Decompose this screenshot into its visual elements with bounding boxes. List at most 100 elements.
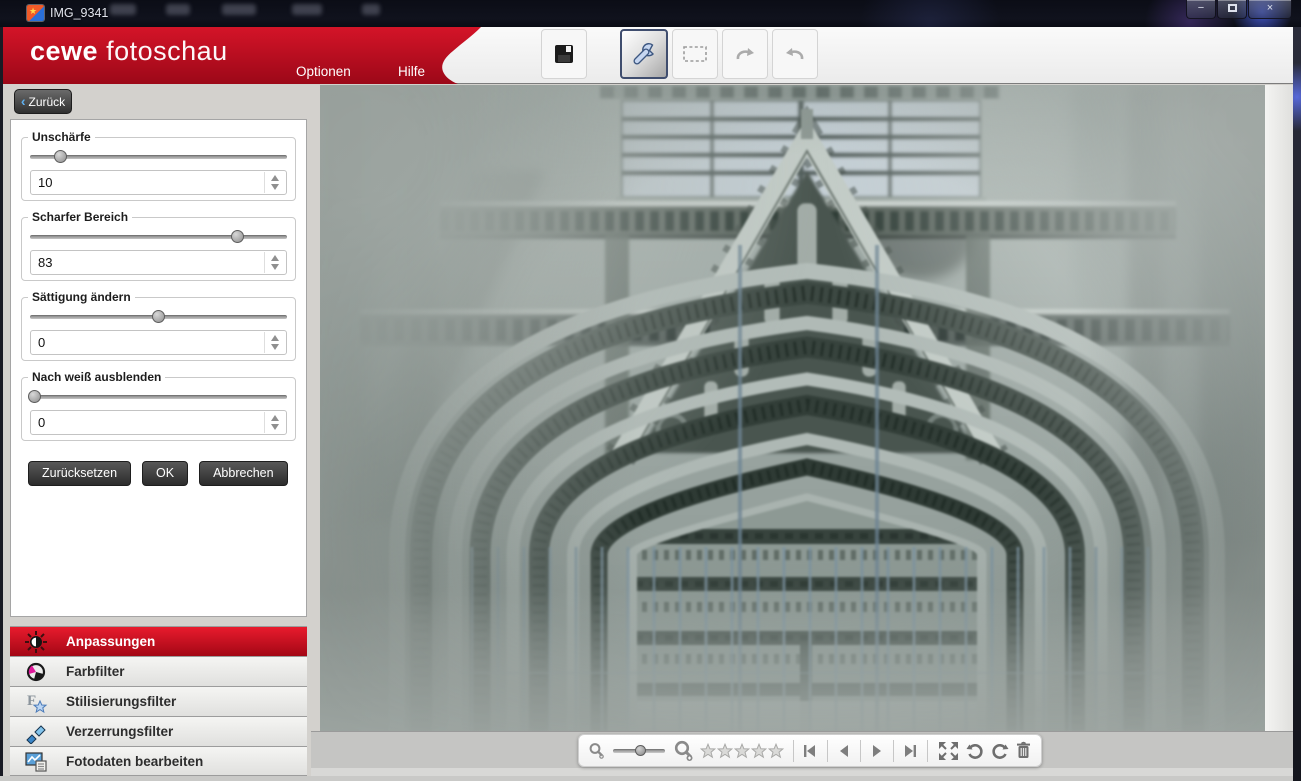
app-logo: cewe fotoschau	[30, 36, 228, 66]
slider-thumb[interactable]	[151, 310, 165, 323]
category-anpassungen[interactable]: Anpassungen	[10, 626, 307, 656]
window-right-border	[1293, 27, 1301, 781]
zoom-slider-thumb[interactable]	[635, 744, 647, 756]
blur-value-field[interactable]: 10	[30, 170, 287, 195]
minimize-button[interactable]: −	[1186, 0, 1216, 19]
window-titlebar: IMG_9341 − ×	[0, 0, 1301, 27]
spin-down-button[interactable]	[271, 264, 279, 270]
redo-button[interactable]	[772, 29, 818, 79]
fade-to-white-slider[interactable]	[28, 390, 287, 403]
toolbar-separator	[892, 739, 894, 762]
star-icon[interactable]	[716, 742, 733, 759]
background-window-ghost-text	[166, 4, 190, 15]
undo-button[interactable]	[722, 29, 768, 79]
ok-button[interactable]: OK	[142, 461, 189, 486]
window-title: IMG_9341	[50, 6, 109, 20]
fade-to-white-value-field[interactable]: 0	[30, 410, 287, 435]
slider-thumb[interactable]	[53, 150, 67, 163]
menu-hilfe[interactable]: Hilfe	[398, 64, 425, 79]
redo-arrow-icon	[786, 48, 804, 60]
group-label: Nach weiß ausblenden	[28, 370, 166, 384]
spin-down-button[interactable]	[271, 184, 279, 190]
fade-to-white-group: Nach weiß ausblenden 0	[21, 370, 296, 441]
menu-optionen[interactable]: Optionen	[296, 64, 351, 79]
saturation-slider[interactable]	[30, 310, 287, 323]
app-header: cewe fotoschau Optionen Hilfe	[3, 27, 1293, 84]
selection-rectangle-icon	[683, 46, 707, 62]
background-window-ghost-text	[362, 4, 380, 15]
toolbar-separator	[827, 739, 828, 762]
reset-button[interactable]: Zurücksetzen	[28, 461, 132, 486]
undo-arrow-icon	[736, 48, 754, 60]
blur-group: Unschärfe 10	[21, 130, 296, 201]
color-filter-icon	[26, 662, 46, 681]
delete-button[interactable]	[1015, 741, 1032, 760]
star-icon[interactable]	[699, 742, 716, 759]
spin-up-button[interactable]	[271, 415, 279, 421]
photo-data-icon	[25, 752, 47, 772]
spin-up-button[interactable]	[271, 335, 279, 341]
fullscreen-button[interactable]	[937, 740, 960, 762]
wrench-icon	[633, 43, 654, 65]
saturation-value-field[interactable]: 0	[30, 330, 287, 355]
sharp-area-slider[interactable]	[30, 230, 287, 243]
cathedral-photo	[320, 85, 1265, 731]
sharp-area-group: Scharfer Bereich 83	[21, 210, 296, 281]
group-label: Scharfer Bereich	[28, 210, 133, 224]
zoom-out-icon[interactable]	[588, 742, 605, 759]
filter-category-list: Anpassungen Farbfilter F Stilisierungsfi…	[10, 626, 307, 776]
group-label: Sättigung ändern	[28, 290, 135, 304]
saturation-group: Sättigung ändern 0	[21, 290, 296, 361]
first-photo-button[interactable]	[802, 743, 818, 759]
chevron-left-icon: ‹	[20, 93, 26, 109]
category-fotodaten-bearbeiten[interactable]: Fotodaten bearbeiten	[10, 746, 307, 776]
rotate-left-button[interactable]	[965, 741, 985, 761]
star-icon[interactable]	[750, 742, 767, 759]
toolbar-separator	[859, 739, 861, 762]
sharp-area-value-field[interactable]: 83	[30, 250, 287, 275]
crop-button[interactable]	[672, 29, 718, 79]
star-icon[interactable]	[733, 742, 750, 759]
adjustments-button[interactable]	[620, 29, 668, 79]
maximize-button[interactable]	[1217, 0, 1247, 19]
star-icon[interactable]	[767, 742, 784, 759]
app-icon	[27, 5, 44, 21]
window-left-border	[0, 27, 3, 781]
floppy-disk-icon	[555, 45, 573, 63]
window-bottom-edge	[0, 776, 1301, 781]
viewer-toolbar	[578, 734, 1042, 767]
background-window-ghost-text	[292, 4, 322, 15]
close-button[interactable]: ×	[1248, 0, 1292, 19]
last-photo-button[interactable]	[902, 743, 918, 759]
brightness-icon	[25, 630, 47, 653]
photo-canvas[interactable]	[320, 85, 1265, 731]
slider-thumb[interactable]	[231, 230, 245, 243]
adjustments-panel: Unschärfe 10 Scharfer Bereich 83 Sättigu…	[10, 119, 307, 617]
spin-up-button[interactable]	[271, 175, 279, 181]
spin-up-button[interactable]	[271, 255, 279, 261]
spin-down-button[interactable]	[271, 344, 279, 350]
rotate-right-button[interactable]	[990, 741, 1010, 761]
maximize-icon	[1227, 4, 1237, 12]
stylize-filter-icon: F	[27, 693, 48, 713]
spin-down-button[interactable]	[271, 424, 279, 430]
back-button[interactable]: ‹ Zurück	[14, 89, 72, 114]
category-verzerrungsfilter[interactable]: Verzerrungsfilter	[10, 716, 307, 746]
zoom-slider[interactable]	[613, 744, 665, 756]
previous-photo-button[interactable]	[837, 743, 851, 759]
category-farbfilter[interactable]: Farbfilter	[10, 656, 307, 686]
svg-text:F: F	[27, 693, 36, 709]
save-button[interactable]	[541, 29, 587, 79]
window-bottom-frame	[311, 768, 1293, 776]
toolbar-separator	[792, 739, 794, 762]
next-photo-button[interactable]	[870, 743, 884, 759]
rating-stars[interactable]	[699, 742, 784, 759]
category-stilisierungsfilter[interactable]: F Stilisierungsfilter	[10, 686, 307, 716]
cancel-button[interactable]: Abbrechen	[199, 461, 288, 486]
group-label: Unschärfe	[28, 130, 95, 144]
zoom-in-icon[interactable]	[673, 740, 695, 762]
toolbar-separator	[927, 739, 928, 762]
distortion-filter-icon	[26, 724, 46, 744]
slider-thumb[interactable]	[28, 390, 42, 403]
blur-slider[interactable]	[30, 150, 287, 163]
